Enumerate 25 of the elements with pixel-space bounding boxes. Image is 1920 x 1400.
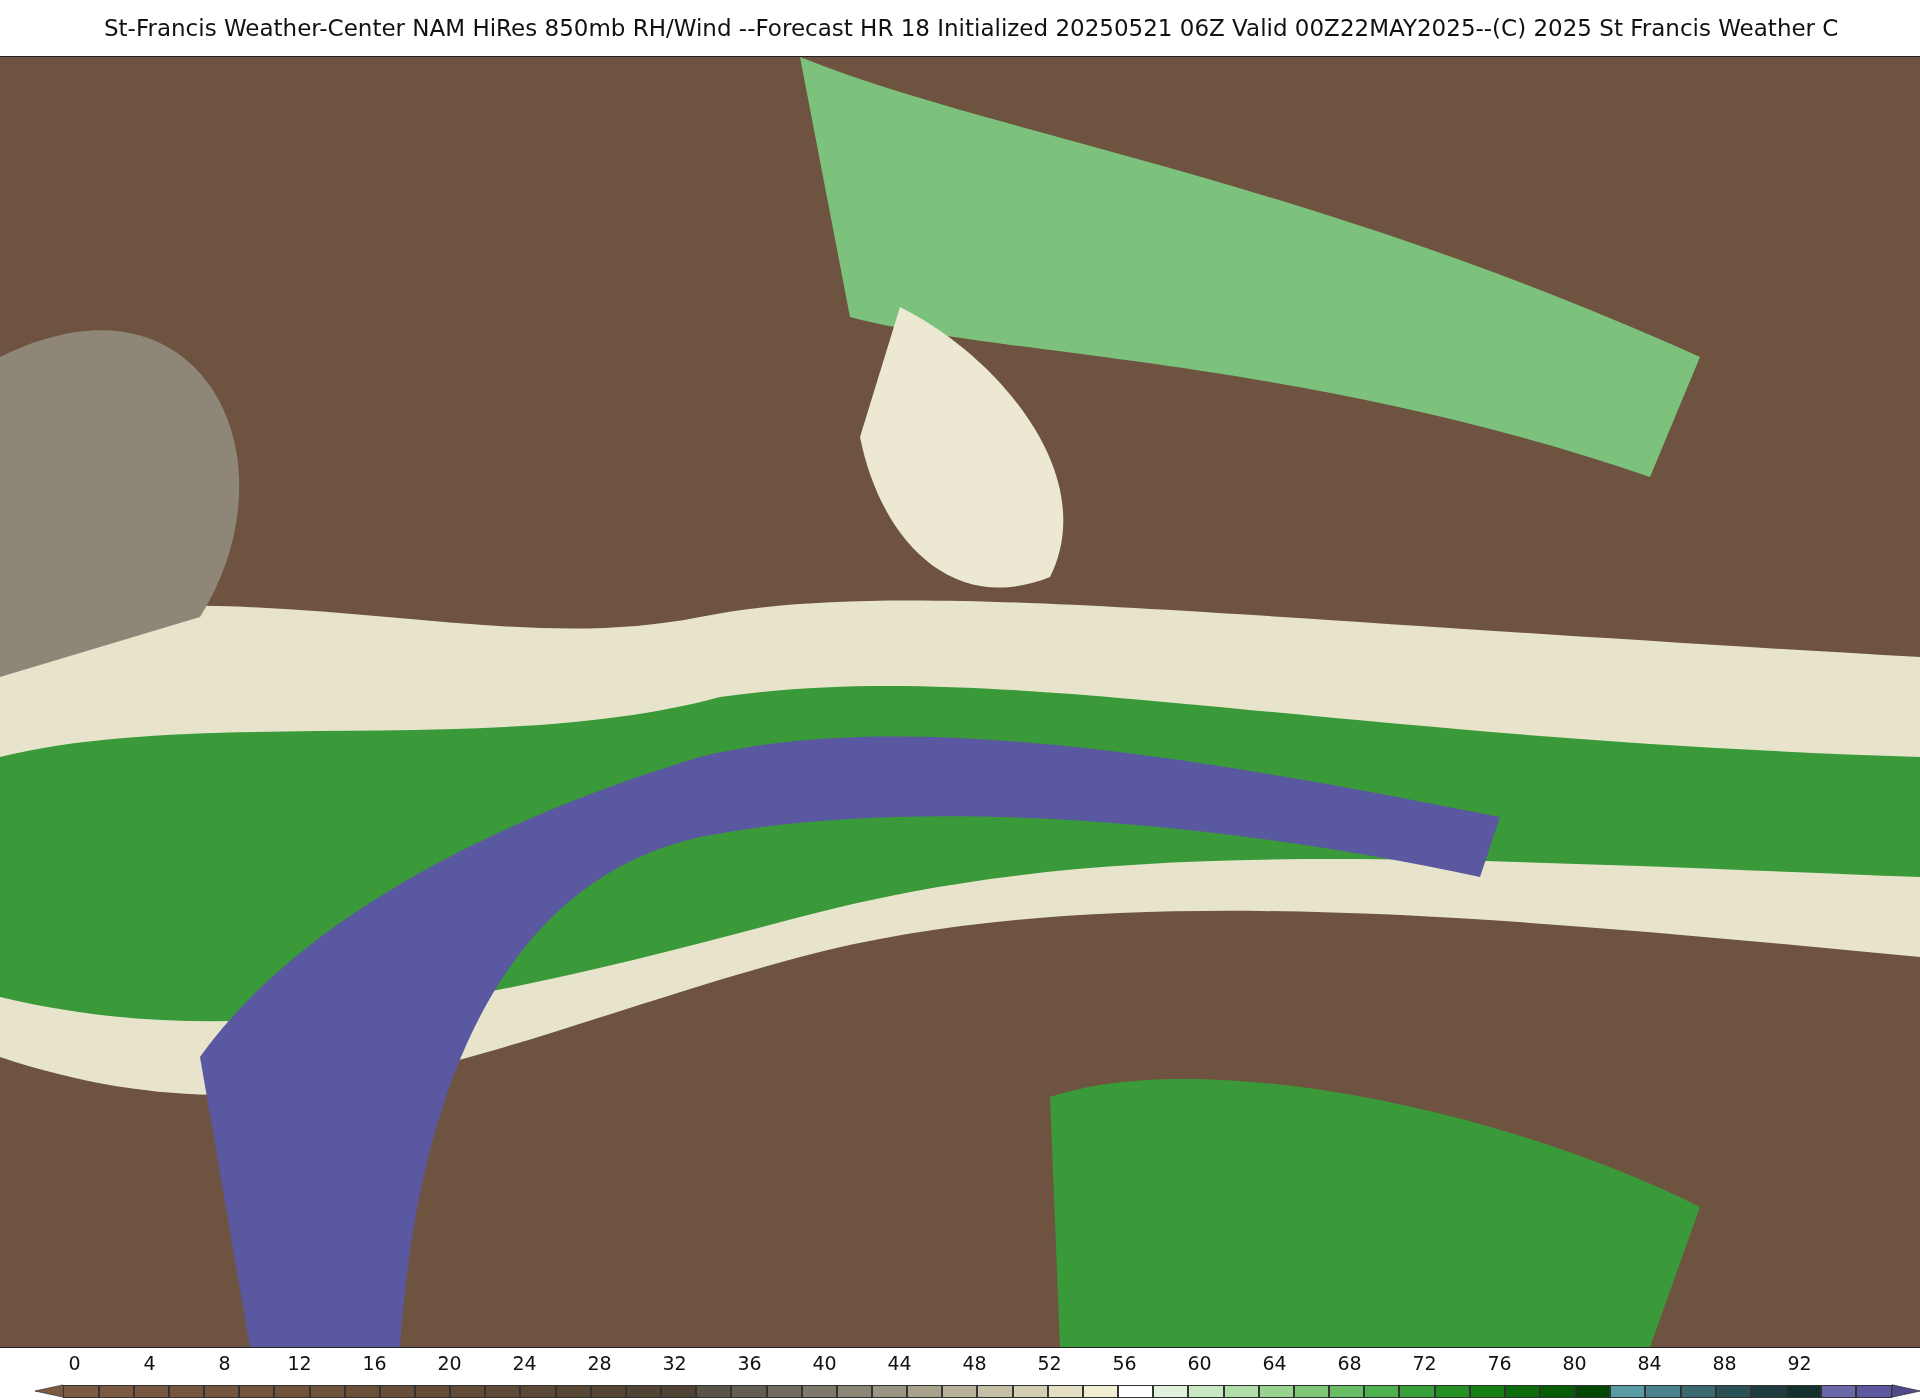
colorbar-tick-label: 20	[436, 1352, 463, 1376]
colorbar-tick-label: 40	[811, 1352, 838, 1376]
colorbar-tick-label: 68	[1336, 1352, 1363, 1376]
colorbar-tick-label: 8	[217, 1352, 232, 1376]
colorbar-tick-label: 56	[1111, 1352, 1138, 1376]
colorbar-tick-label: 84	[1636, 1352, 1663, 1376]
chart-title: St-Francis Weather-Center NAM HiRes 850mb RH/Wind --Forecast HR 18 Initialized 20250521 06Z Valid 00Z22MAY2025--(C) 2025 St Francis Weather C	[104, 15, 1839, 41]
colorbar-tick-label: 44	[886, 1352, 913, 1376]
colorbar-tick-label: 80	[1561, 1352, 1588, 1376]
colorbar-tick-label: 76	[1486, 1352, 1513, 1376]
colorbar-tick-label: 92	[1786, 1352, 1813, 1376]
colorbar-tick-label: 72	[1411, 1352, 1438, 1376]
colorbar-tick-label: 60	[1186, 1352, 1213, 1376]
colorbar-tick-label: 88	[1711, 1352, 1738, 1376]
colorbar-tick-label: 16	[361, 1352, 388, 1376]
colorbar-tick-label: 32	[661, 1352, 688, 1376]
colorbar-tick-label: 52	[1036, 1352, 1063, 1376]
colorbar-tick-label: 0	[67, 1352, 82, 1376]
colorbar-tick-label: 24	[511, 1352, 538, 1376]
colorbar-tick-label: 64	[1261, 1352, 1288, 1376]
colorbar-tick-label: 48	[961, 1352, 988, 1376]
colorbar-tick-label: 12	[286, 1352, 313, 1376]
colorbar-tick-label: 28	[586, 1352, 613, 1376]
colorbar-tick-label: 36	[736, 1352, 763, 1376]
colorbar-tick-label: 4	[142, 1352, 157, 1376]
